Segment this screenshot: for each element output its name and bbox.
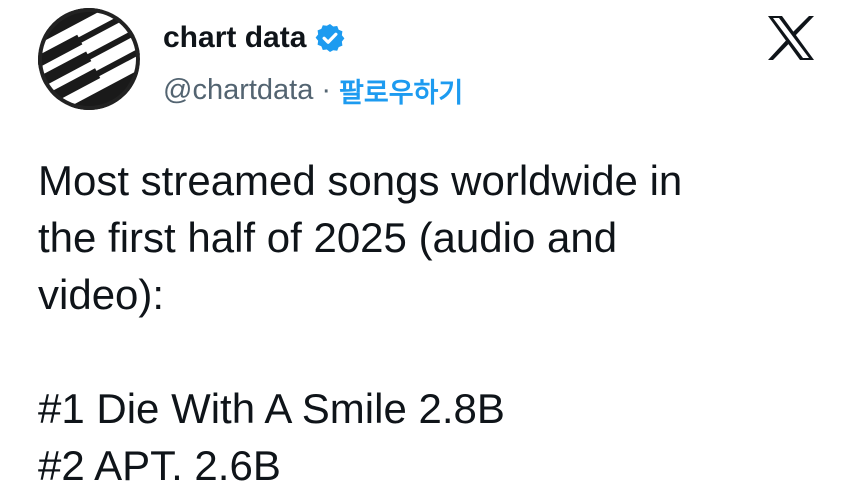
tweet-intro-line: the first half of 2025 (audio and <box>38 214 618 261</box>
author-handle[interactable]: @chartdata <box>163 74 313 107</box>
separator-dot: · <box>321 73 332 106</box>
x-logo-icon[interactable] <box>765 14 817 62</box>
tweet-intro-line: video): <box>38 271 165 318</box>
tweet-card: chart data @chartdata · 팔로우하기 Most strea… <box>0 0 850 490</box>
author-name-row: chart data <box>163 18 346 58</box>
avatar[interactable] <box>38 8 140 110</box>
author-display-name[interactable]: chart data <box>163 18 306 58</box>
song-entry: #1 Die With A Smile 2.8B <box>38 385 505 432</box>
follow-button[interactable]: 팔로우하기 <box>339 71 463 110</box>
song-entry: #2 APT. 2.6B <box>38 442 281 489</box>
author-handle-row: @chartdata · 팔로우하기 <box>163 70 463 110</box>
tweet-intro-line: Most streamed songs worldwide in <box>38 157 683 204</box>
piano-keys-avatar-icon <box>38 8 140 110</box>
tweet-text: Most streamed songs worldwide in the fir… <box>38 152 828 490</box>
verified-badge-icon <box>314 22 346 54</box>
